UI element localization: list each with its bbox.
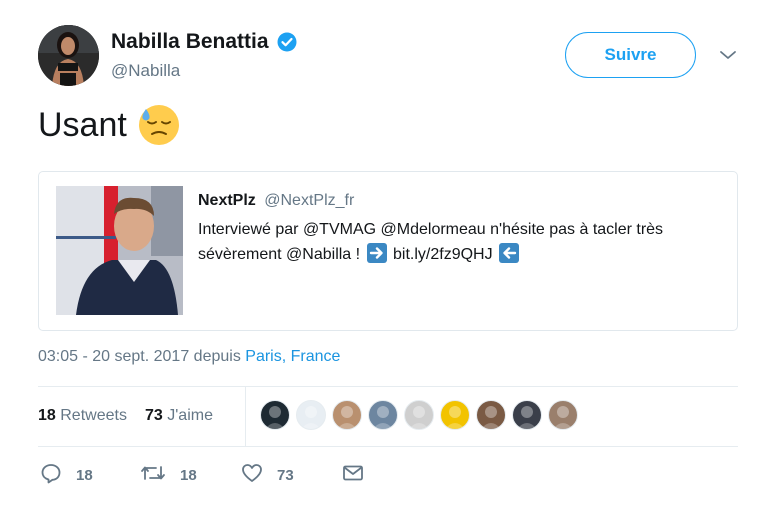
liker-avatar[interactable] — [296, 400, 326, 430]
place-link[interactable]: Paris, France — [245, 348, 340, 365]
quoted-tweet-line-2-text: sévèrement @Nabilla ! — [198, 246, 361, 263]
liker-avatar[interactable] — [512, 400, 542, 430]
tweet-text-content: Usant — [38, 105, 127, 144]
arrow-left-icon — [499, 243, 520, 263]
envelope-icon — [342, 462, 378, 488]
like-count: 73 — [277, 466, 294, 484]
quoted-tweet-thumbnail[interactable] — [56, 186, 183, 315]
likers-list — [260, 400, 584, 430]
likes-stat[interactable]: 73 J'aime — [145, 407, 213, 425]
liker-avatar[interactable] — [548, 400, 578, 430]
direct-message-button[interactable] — [342, 462, 378, 488]
liker-avatar[interactable] — [476, 400, 506, 430]
liker-avatar[interactable] — [368, 400, 398, 430]
quoted-tweet-line-2: sévèrement @Nabilla ! bit.ly/2fz9QHJ — [198, 242, 728, 267]
tweet-actions: 18 18 73 — [38, 458, 738, 492]
divider — [38, 446, 738, 447]
liker-avatar[interactable] — [440, 400, 470, 430]
like-button[interactable]: 73 — [241, 462, 294, 488]
reply-button[interactable]: 18 — [40, 462, 93, 488]
retweet-count: 18 — [180, 466, 197, 484]
retweet-icon — [140, 462, 180, 488]
timestamp-text[interactable]: 03:05 - 20 sept. 2017 depuis — [38, 348, 245, 365]
retweet-button[interactable]: 18 — [140, 462, 197, 488]
retweets-stat[interactable]: 18 Retweets — [38, 407, 127, 425]
chevron-down-icon[interactable] — [718, 45, 738, 65]
reply-count: 18 — [76, 466, 93, 484]
verified-badge-icon — [277, 32, 297, 52]
tweet-header: Nabilla Benattia @Nabilla Suivre — [38, 25, 738, 87]
tweet-timestamp: 03:05 - 20 sept. 2017 depuis Paris, Fran… — [38, 348, 340, 366]
avatar[interactable] — [38, 25, 99, 86]
reply-icon — [40, 462, 76, 488]
liker-avatar[interactable] — [260, 400, 290, 430]
quoted-tweet-link[interactable]: bit.ly/2fz9QHJ — [393, 246, 493, 263]
arrow-right-icon — [366, 243, 387, 263]
downcast-face-with-sweat-icon — [137, 103, 181, 147]
quoted-tweet-text: Interviewé par @TVMAG @Mdelormeau n'hési… — [198, 217, 728, 267]
tweet-text: Usant — [38, 103, 181, 147]
heart-icon — [241, 462, 277, 488]
quoted-tweet-line-1: Interviewé par @TVMAG @Mdelormeau n'hési… — [198, 221, 664, 238]
retweets-label: Retweets — [60, 407, 127, 424]
liker-avatar[interactable] — [404, 400, 434, 430]
likes-label: J'aime — [167, 407, 213, 424]
quoted-tweet-user[interactable]: NextPlz @NextPlz_fr — [198, 192, 354, 210]
tweet-stats: 18 Retweets 73 J'aime — [38, 386, 738, 446]
author-handle[interactable]: @Nabilla — [111, 61, 180, 81]
follow-button[interactable]: Suivre — [565, 32, 696, 78]
stats-separator — [245, 386, 246, 446]
author-name[interactable]: Nabilla Benattia — [111, 30, 269, 54]
quoted-tweet-handle[interactable]: @NextPlz_fr — [264, 192, 354, 209]
quoted-tweet-card[interactable]: NextPlz @NextPlz_fr Interviewé par @TVMA… — [38, 171, 738, 331]
liker-avatar[interactable] — [332, 400, 362, 430]
likes-count: 73 — [145, 407, 163, 424]
quoted-tweet-name[interactable]: NextPlz — [198, 192, 256, 209]
retweets-count: 18 — [38, 407, 56, 424]
author-name-row[interactable]: Nabilla Benattia — [111, 30, 297, 54]
